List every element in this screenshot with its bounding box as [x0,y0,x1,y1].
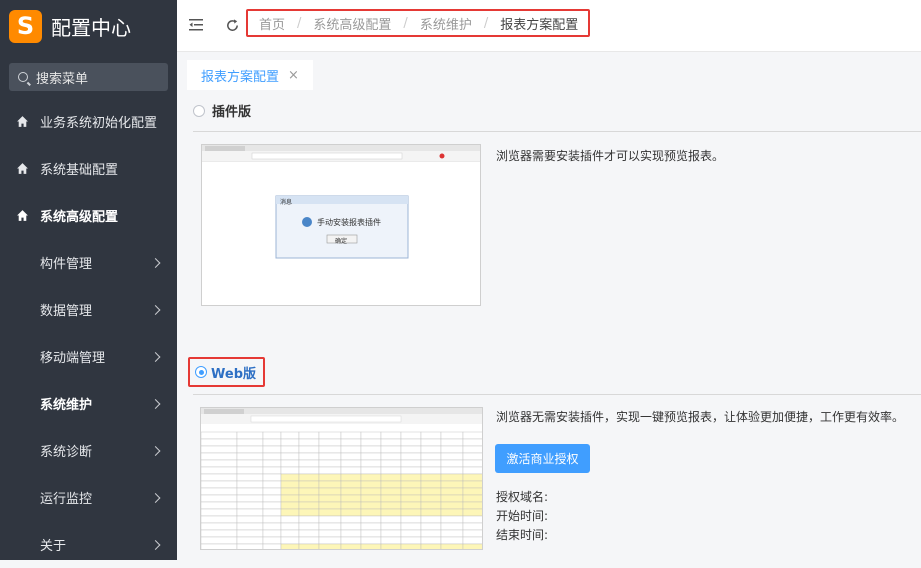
sidebar-item-label: 系统诊断 [40,445,93,460]
search-placeholder: 搜索菜单 [36,71,89,87]
logo-area: S 配置中心 [0,0,177,52]
refresh-icon[interactable] [225,18,240,33]
chevron-right-icon [150,351,161,362]
web-preview-image [200,407,483,550]
web-description: 浏览器无需安装插件，实现一键预览报表，让体验更加便捷，工作更有效率。 [496,410,905,424]
plugin-description: 浏览器需要安装插件才可以实现预览报表。 [496,149,725,163]
chevron-right-icon [150,539,161,550]
sidebar-item-label: 构件管理 [40,257,93,272]
search-icon [18,72,28,82]
tab-label: 报表方案配置 [201,69,280,85]
option-plugin-label: 插件版 [212,105,252,120]
breadcrumb-item-current: 报表方案配置 [500,17,579,33]
sidebar-item-label: 系统高级配置 [40,210,119,225]
sidebar-item-about[interactable]: 关于 [0,521,177,568]
dialog-title: 消息 [280,199,293,206]
chevron-right-icon [150,257,161,268]
breadcrumb-item-advanced[interactable]: 系统高级配置 [313,14,391,33]
chevron-right-icon [150,398,161,409]
radio-unchecked-icon[interactable] [193,104,205,117]
breadcrumb: 首页 / 系统高级配置 / 系统维护 / 报表方案配置 [246,9,591,37]
sidebar-item-maintenance[interactable]: 系统维护 [0,380,177,427]
sidebar-item-label: 运行监控 [40,492,93,507]
sidebar-item-component-mgmt[interactable]: 构件管理 [0,239,177,286]
plugin-preview-image: 消息 手动安装报表插件 确定 [201,144,481,306]
dialog-button-label: 确定 [335,238,348,245]
sidebar-item-label: 数据管理 [40,304,93,319]
app-title: 配置中心 [51,15,131,40]
tab-bar: 报表方案配置 × [177,52,921,90]
chevron-right-icon [150,445,161,456]
home-icon [17,116,28,127]
breadcrumb-separator: / [483,15,489,31]
dialog-message: 手动安装报表插件 [317,218,381,227]
license-domain-label: 授权域名: [496,490,549,504]
radio-checked-icon[interactable] [195,366,207,378]
sidebar-item-label: 系统基础配置 [40,163,119,178]
home-icon [17,163,28,174]
search-input[interactable]: 搜索菜单 [9,63,168,91]
sidebar-item-business-init[interactable]: 业务系统初始化配置 [0,98,177,145]
sidebar-item-label: 关于 [40,539,67,554]
sidebar-item-label: 移动端管理 [40,351,106,366]
top-bar: 首页 / 系统高级配置 / 系统维护 / 报表方案配置 [177,0,921,52]
breadcrumb-item-maintenance[interactable]: 系统维护 [420,14,472,33]
option-web-radio[interactable]: Web版 [188,357,265,387]
option-web-label: Web版 [211,366,256,382]
divider [193,394,921,395]
sidebar-item-label: 业务系统初始化配置 [40,116,158,131]
sidebar: S 配置中心 搜索菜单 业务系统初始化配置 系统基础配置 系统高级配置 构件管理… [0,0,177,560]
sidebar-item-advanced-config[interactable]: 系统高级配置 [0,192,177,239]
sidebar-item-monitor[interactable]: 运行监控 [0,474,177,521]
divider [193,131,921,132]
sidebar-item-basic-config[interactable]: 系统基础配置 [0,145,177,192]
license-end-label: 结束时间: [496,528,549,542]
breadcrumb-item-home[interactable]: 首页 [259,14,285,33]
home-icon [17,210,28,221]
chevron-right-icon [150,304,161,315]
sidebar-item-mobile-mgmt[interactable]: 移动端管理 [0,333,177,380]
license-start-label: 开始时间: [496,509,549,523]
activate-license-button[interactable]: 激活商业授权 [495,444,590,473]
main-content: 插件版 消息 手动安装报表插件 确定 浏览器需要安装插件才可以实现预览报表。 W… [177,90,921,560]
chevron-right-icon [150,492,161,503]
web-report-preview-illustration [201,408,482,549]
tab-report-config[interactable]: 报表方案配置 × [187,60,313,90]
sidebar-item-label: 系统维护 [40,398,93,413]
breadcrumb-separator: / [403,15,408,31]
breadcrumb-separator: / [297,15,302,31]
option-plugin-radio[interactable]: 插件版 [193,101,251,120]
logo-icon: S [9,9,42,43]
close-icon[interactable]: × [288,68,299,83]
menu-fold-icon[interactable] [189,19,203,31]
sidebar-menu: 业务系统初始化配置 系统基础配置 系统高级配置 构件管理 数据管理 移动端管理 … [0,98,177,568]
sidebar-item-data-mgmt[interactable]: 数据管理 [0,286,177,333]
sidebar-item-diagnosis[interactable]: 系统诊断 [0,427,177,474]
